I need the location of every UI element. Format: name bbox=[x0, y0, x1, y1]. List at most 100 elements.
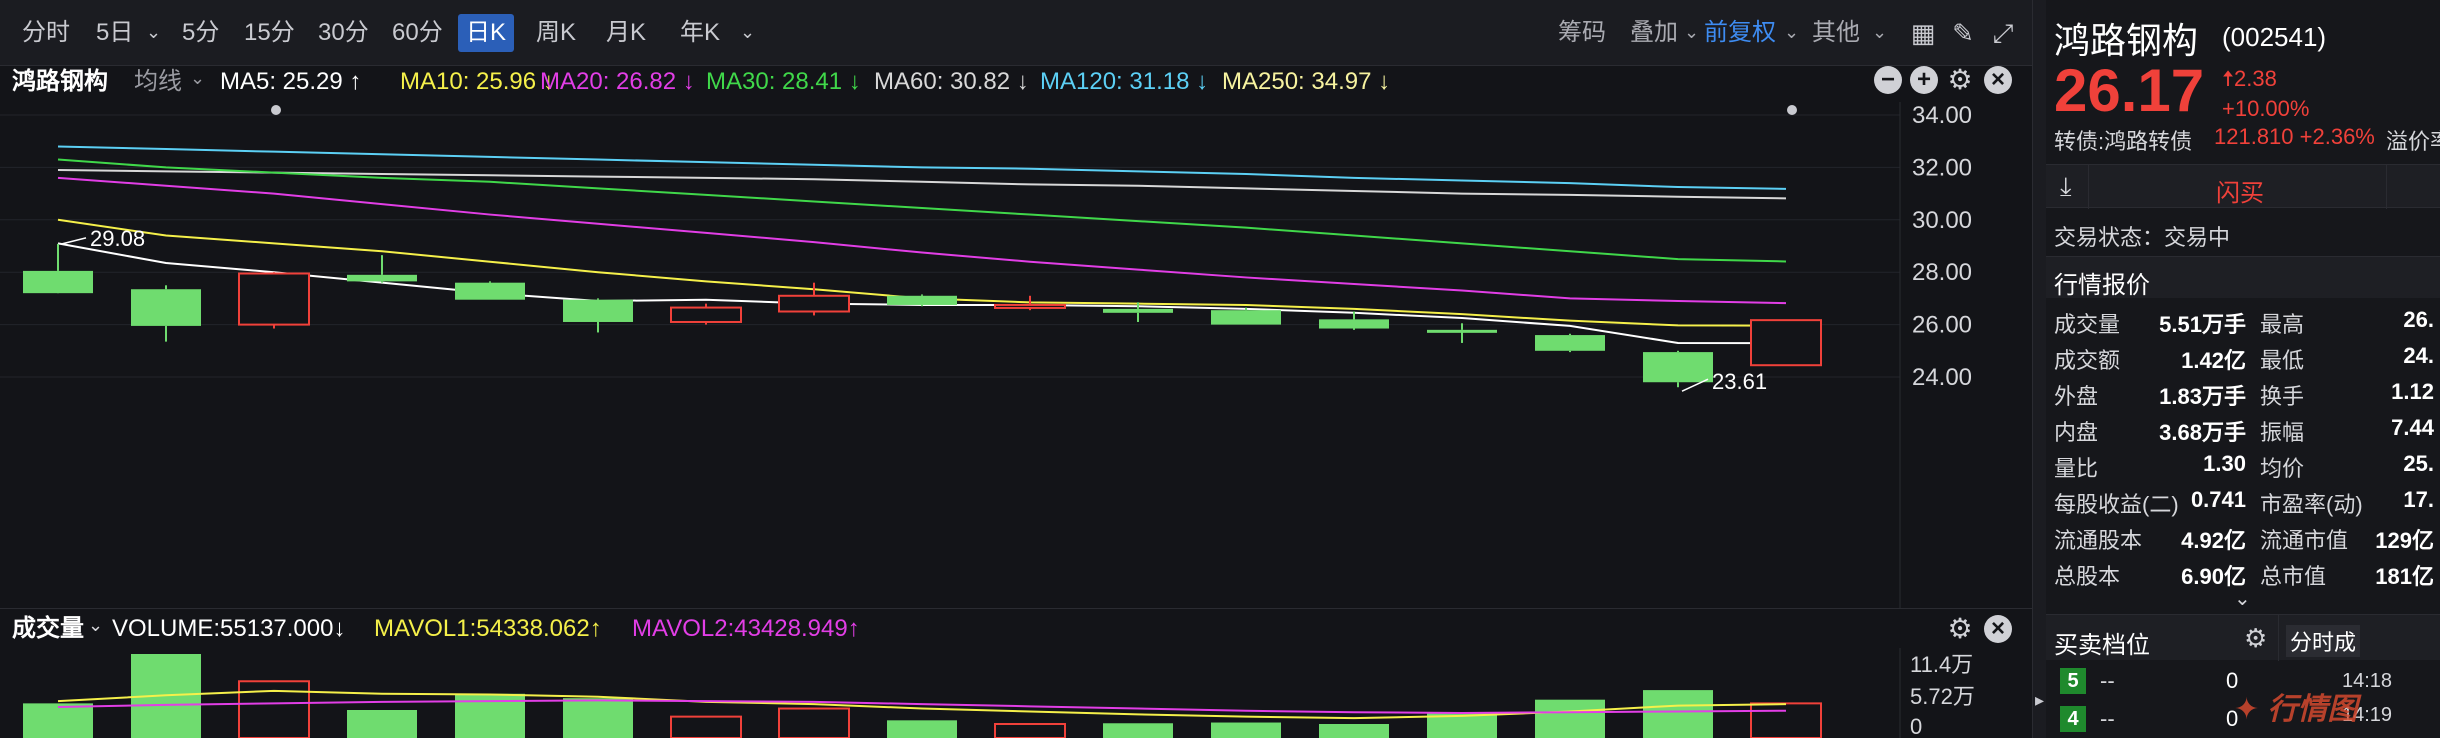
quote-row: 内盘 3.68万手 振幅 7.44 bbox=[2046, 410, 2440, 446]
quote-value: 1.12 bbox=[2391, 379, 2434, 404]
market-section-title: 行情报价 bbox=[2054, 272, 2150, 299]
tab-timeframe-yearly[interactable]: 年K bbox=[672, 14, 728, 52]
quote-label: 均价 bbox=[2260, 456, 2305, 481]
quote-value: 5.51万手 bbox=[2159, 312, 2246, 337]
candle-body bbox=[563, 299, 633, 322]
quote-label: 成交额 bbox=[2054, 348, 2121, 373]
ma-legend-bar: 鸿路钢构 均线 ⌄ MA5: 25.29 ↑ MA10: 25.96 ↓ MA2… bbox=[0, 62, 2032, 102]
convertible-value: 121.810 +2.36% bbox=[2214, 124, 2375, 149]
candle-body bbox=[1535, 335, 1605, 351]
volume-value: VOLUME:55137.000↓ bbox=[112, 615, 346, 642]
candle-body bbox=[131, 289, 201, 326]
tab-timeframe-weekly[interactable]: 周K bbox=[528, 14, 584, 52]
candle-body bbox=[670, 306, 742, 323]
draw-pen-icon[interactable]: ✎ bbox=[1948, 18, 1978, 48]
close-icon[interactable]: × bbox=[1984, 66, 2012, 94]
ma20-value: MA20: 26.82 ↓ bbox=[540, 68, 695, 95]
tab-timeframe-60min[interactable]: 60分 bbox=[384, 14, 451, 52]
quote-price: 26.17 bbox=[2054, 57, 2205, 124]
minimize-pane-icon[interactable]: − bbox=[1874, 66, 1902, 94]
candlestick-chart[interactable]: 34.00 32.00 30.00 28.00 26.00 24.00 29.08 23.6… bbox=[0, 102, 2032, 608]
ma250-value: MA250: 34.97 ↓ bbox=[1222, 68, 1391, 95]
chips-button[interactable]: 筹码 bbox=[1558, 14, 1606, 52]
volume-bar bbox=[778, 707, 850, 738]
candle bbox=[455, 281, 525, 300]
candle-body bbox=[455, 282, 525, 300]
y-tick-label: 30.00 bbox=[1912, 207, 1972, 234]
tab-timeframe-5day[interactable]: 5日 bbox=[88, 14, 141, 52]
collapse-icon[interactable]: ⤓ bbox=[2060, 171, 2072, 203]
convertible-label[interactable]: 转债:鸿路转债 bbox=[2054, 124, 2192, 156]
tab-timeframe-5min[interactable]: 5分 bbox=[174, 14, 227, 52]
ma20-line bbox=[57, 176, 1787, 305]
tab-timeframe-30min[interactable]: 30分 bbox=[310, 14, 377, 52]
arrow-up-icon: 🠅 bbox=[2222, 66, 2235, 91]
flash-buy-button[interactable]: 闪买 bbox=[2216, 173, 2264, 208]
chart-toolbar: 分时 5日 ⌄ 5分 15分 30分 60分 日K 周K 月K 年K ⌄ 筹码 … bbox=[0, 0, 2032, 66]
order-level-4: 4 bbox=[2060, 706, 2086, 732]
adjust-dropdown[interactable]: 前复权 bbox=[1704, 14, 1776, 52]
candle-body bbox=[1319, 319, 1389, 329]
watermark-logo: ✦ 行情图 bbox=[2234, 693, 2358, 726]
chevron-down-icon[interactable]: ⌄ bbox=[740, 22, 755, 43]
grid-layout-icon[interactable]: ▦ bbox=[1908, 18, 1938, 48]
chevron-right-icon[interactable]: ▸ bbox=[2035, 690, 2044, 711]
other-dropdown[interactable]: 其他 bbox=[1812, 14, 1860, 52]
volume-y-tick-label: 5.72万 bbox=[1910, 684, 1975, 709]
gear-icon[interactable]: ⚙ bbox=[2244, 623, 2267, 654]
fullscreen-icon[interactable]: ⤢ bbox=[1988, 18, 2018, 48]
chevron-down-icon[interactable]: ⌄ bbox=[1684, 22, 1699, 43]
high-pointer bbox=[61, 237, 87, 245]
tab-tick-trades[interactable]: 分时成 bbox=[2286, 625, 2361, 657]
add-indicator-icon[interactable]: + bbox=[1910, 66, 1938, 94]
ma30-value: MA30: 28.41 ↓ bbox=[706, 68, 861, 95]
volume-bar bbox=[670, 715, 742, 738]
quote-label: 市盈率(动) bbox=[2260, 492, 2363, 517]
overlay-button[interactable]: 叠加 bbox=[1630, 14, 1678, 52]
candle-body bbox=[778, 294, 850, 313]
tab-timeframe-minute[interactable]: 分时 bbox=[14, 14, 78, 52]
ma10-value: MA10: 25.96 ↓ bbox=[400, 68, 555, 95]
volume-bar bbox=[238, 680, 310, 738]
expand-chevron-icon[interactable]: ⌄ bbox=[2234, 586, 2251, 611]
quote-label: 流通股本 bbox=[2054, 528, 2143, 553]
ma5-value: MA5: 25.29 ↑ bbox=[220, 68, 362, 95]
quote-row: 流通股本 4.92亿 流通市值 129亿 bbox=[2046, 518, 2440, 554]
tab-timeframe-daily[interactable]: 日K bbox=[458, 14, 515, 52]
candle-body bbox=[1103, 308, 1173, 313]
chevron-down-icon[interactable]: ⌄ bbox=[88, 615, 103, 636]
quote-label: 换手 bbox=[2260, 384, 2305, 409]
gear-icon[interactable]: ⚙ bbox=[1946, 615, 1974, 643]
quote-value: 7.44 bbox=[2391, 415, 2434, 440]
close-icon[interactable]: × bbox=[1984, 615, 2012, 643]
tab-timeframe-15min[interactable]: 15分 bbox=[236, 14, 303, 52]
order-book-header: 买卖档位 ⚙ 分时成 bbox=[2046, 614, 2440, 661]
chevron-down-icon[interactable]: ⌄ bbox=[1784, 22, 1799, 43]
quote-label: 内盘 bbox=[2054, 420, 2099, 445]
quote-change: 🠅2.38 bbox=[2222, 66, 2277, 91]
volume-chart[interactable]: 11.4万 5.72万 0 bbox=[0, 648, 2032, 738]
quote-row: 总股本 6.90亿 总市值 181亿 bbox=[2046, 554, 2440, 590]
quote-label: 最低 bbox=[2260, 348, 2305, 373]
y-tick-label: 24.00 bbox=[1912, 364, 1972, 391]
panel-splitter[interactable]: ▸ bbox=[2032, 0, 2046, 738]
indicator-dropdown[interactable]: 均线 bbox=[134, 62, 182, 102]
candle-body bbox=[23, 270, 93, 294]
quote-label: 流通市值 bbox=[2260, 528, 2349, 553]
quote-value: 4.92亿 bbox=[2181, 528, 2246, 553]
candle-body bbox=[1643, 352, 1713, 383]
volume-indicator-dropdown[interactable]: 成交量 bbox=[12, 609, 84, 649]
candle bbox=[1750, 319, 1822, 367]
chevron-down-icon[interactable]: ⌄ bbox=[1872, 22, 1887, 43]
chevron-down-icon[interactable]: ⌄ bbox=[146, 22, 161, 43]
gear-icon[interactable]: ⚙ bbox=[1946, 66, 1974, 94]
candle-body bbox=[238, 272, 310, 326]
candle-body bbox=[1427, 329, 1497, 333]
candle-body bbox=[994, 303, 1066, 309]
quote-value: 3.68万手 bbox=[2159, 420, 2246, 445]
tab-timeframe-monthly[interactable]: 月K bbox=[598, 14, 654, 52]
quote-row: 成交量 5.51万手 最高 26. bbox=[2046, 302, 2440, 338]
chevron-down-icon[interactable]: ⌄ bbox=[190, 68, 205, 89]
ma5-line bbox=[57, 242, 1787, 345]
quote-label: 每股收益(二) bbox=[2054, 492, 2179, 517]
